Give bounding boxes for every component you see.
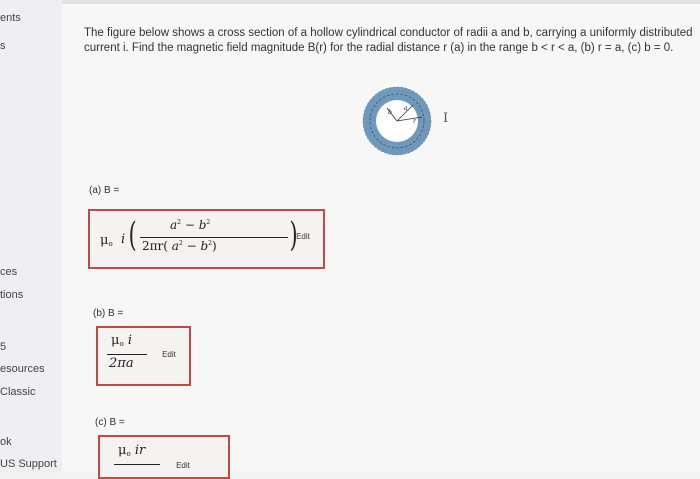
part-b-edit-button[interactable]: Edit xyxy=(156,347,182,362)
part-a-denominator: 2πr( a2 − b2) xyxy=(142,239,217,253)
part-c-label: (c) B = xyxy=(95,417,125,428)
part-c-numerator: μo ir xyxy=(118,443,146,458)
part-c-edit-button[interactable]: Edit xyxy=(170,459,196,473)
cross-section-figure: a b r xyxy=(352,76,442,166)
part-a-label: (a) B = xyxy=(89,185,120,196)
sidebar-item-resources[interactable]: esources xyxy=(0,363,45,375)
part-a-naught: o xyxy=(108,240,113,248)
part-c-answer-box[interactable]: μo ir Edit xyxy=(98,435,230,479)
question-line-1: The figure below shows a cross section o… xyxy=(84,27,693,39)
part-a-fraction-bar xyxy=(140,237,288,238)
sidebar-item-classic[interactable]: Classic xyxy=(0,386,35,398)
question-text: The figure below shows a cross section o… xyxy=(84,26,693,56)
question-line-2: current i. Find the magnetic field magni… xyxy=(84,42,674,54)
sidebar-item-tions[interactable]: tions xyxy=(0,289,23,301)
sidebar-item-assignments[interactable]: ents xyxy=(0,12,21,24)
part-b-label: (b) B = xyxy=(93,308,124,319)
part-a-edit-button[interactable]: Edit xyxy=(289,228,317,245)
sidebar-item-s[interactable]: s xyxy=(0,40,6,52)
text-cursor-icon: I xyxy=(443,111,449,126)
part-a-numerator: a2 − b2 xyxy=(170,218,211,232)
sidebar-item-5[interactable]: 5 xyxy=(0,341,6,353)
part-b-numerator: μo i xyxy=(111,333,132,348)
main-content: The figure below shows a cross section o… xyxy=(62,0,700,479)
part-a-left-paren: ( xyxy=(128,215,137,255)
sidebar-item-support[interactable]: US Support xyxy=(0,458,57,470)
part-a-answer-box[interactable]: μo i ( a2 − b2 2πr( a2 − b2) ) Edit xyxy=(88,209,325,269)
part-c-fraction-bar xyxy=(114,464,160,465)
part-a-current: i xyxy=(121,232,126,247)
sidebar-item-ces[interactable]: ces xyxy=(0,266,17,278)
part-b-fraction-bar xyxy=(107,354,147,355)
left-sidebar: ents s ces tions 5 esources Classic ok U… xyxy=(0,0,63,473)
cross-section-svg: a b r xyxy=(362,86,432,156)
label-b: b xyxy=(388,109,392,116)
part-a-mu: μo xyxy=(100,233,113,248)
sidebar-item-ok[interactable]: ok xyxy=(0,436,12,448)
label-a: a xyxy=(404,105,408,112)
part-b-answer-box[interactable]: μo i 2πa Edit xyxy=(96,326,191,386)
part-b-denominator: 2πa xyxy=(109,356,134,371)
top-divider xyxy=(62,0,700,4)
